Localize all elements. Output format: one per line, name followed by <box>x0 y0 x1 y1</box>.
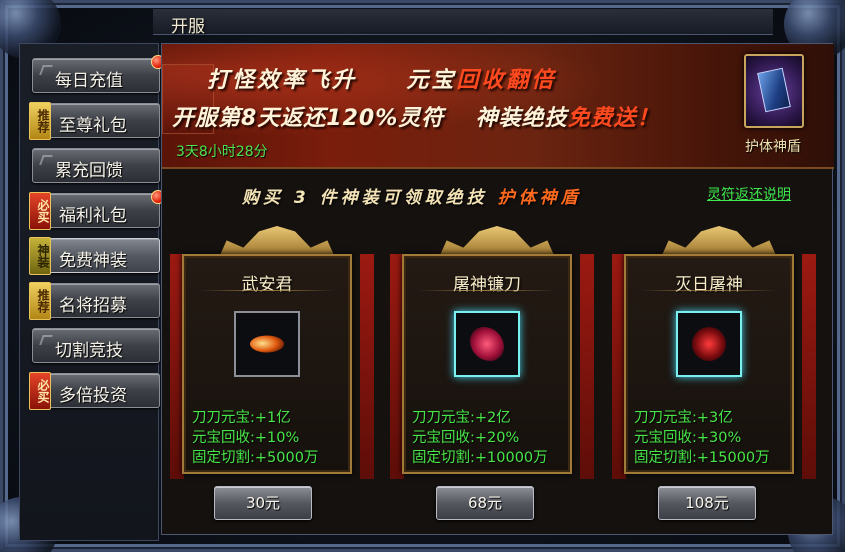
window-title: 开服 <box>171 17 205 37</box>
reward-item-slot[interactable] <box>744 54 804 128</box>
divider <box>418 290 556 291</box>
window-frame: 开服 每日充值 推荐 至尊礼包 累充回馈 必买 福利礼包 神装 免费神装 推荐 … <box>0 0 845 552</box>
gear-card: 武安君 刀刀元宝:+1亿 元宝回收:+10% 固定切割:+5000万 <box>182 254 352 474</box>
sidebar-item-label: 累充回馈 <box>55 161 123 181</box>
chevron-icon <box>39 335 53 345</box>
event-banner: 打怪效率飞升 元宝回收翻倍 开服第8天返还120%灵符 神装绝技免费送！ 3天8… <box>162 44 834 169</box>
banner-text: 神装绝技 <box>475 106 568 131</box>
banner-subline: 开服第8天返还120%灵符 神装绝技免费送！ <box>172 100 660 132</box>
gear-name: 武安君 <box>241 275 293 295</box>
sidebar-item-daily-recharge[interactable]: 每日充值 <box>32 55 165 93</box>
flaming-blade-icon <box>243 332 291 356</box>
sidebar-item-label: 免费神装 <box>59 251 127 271</box>
gear-item-slot[interactable] <box>454 311 520 377</box>
must-buy-badge: 必买 <box>29 192 51 230</box>
sidebar-item-general-recruit[interactable]: 推荐 名将招募 <box>29 282 160 320</box>
demon-armor-icon <box>692 327 726 361</box>
buy-button[interactable]: 30元 <box>214 486 312 520</box>
sidebar-item-label: 切割竞技 <box>55 341 123 361</box>
stat-line: 元宝回收:+30% <box>634 430 742 446</box>
recommend-badge: 推荐 <box>29 102 51 140</box>
main-panel: 打怪效率飞升 元宝回收翻倍 开服第8天返还120%灵符 神装绝技免费送！ 3天8… <box>161 43 834 535</box>
sidebar-item-welfare-pack[interactable]: 必买 福利礼包 <box>29 190 165 230</box>
stat-line: 刀刀元宝:+1亿 <box>192 410 291 426</box>
buy-button[interactable]: 108元 <box>658 486 756 520</box>
divider <box>198 290 336 291</box>
chevron-icon <box>39 65 53 75</box>
stat-line: 刀刀元宝:+2亿 <box>412 410 511 426</box>
requirement-text: 购买 3 件神装可领取绝技 <box>242 188 488 208</box>
banner-text: 打怪效率飞升 <box>207 68 358 93</box>
must-buy-badge: 必买 <box>29 372 51 410</box>
gear-item-slot[interactable] <box>234 311 300 377</box>
title-bar: 开服 <box>153 9 773 37</box>
sidebar-item-supreme-pack[interactable]: 推荐 至尊礼包 <box>29 102 160 140</box>
banner-highlight: 免费送！ <box>567 106 660 131</box>
gear-name: 灭日屠神 <box>675 275 743 295</box>
banner-highlight: 回收翻倍 <box>456 68 557 93</box>
stat-line: 固定切割:+10000万 <box>412 450 548 466</box>
recommend-badge: 推荐 <box>29 282 51 320</box>
gear-card: 屠神镰刀 刀刀元宝:+2亿 元宝回收:+20% 固定切割:+10000万 <box>402 254 572 474</box>
reward-item-label: 护体神盾 <box>745 139 801 155</box>
divider <box>640 290 778 291</box>
sidebar-item-cumulative-reward[interactable]: 累充回馈 <box>32 148 160 183</box>
sidebar-item-label: 每日充值 <box>55 71 123 91</box>
sidebar-item-label: 多倍投资 <box>59 386 127 406</box>
stat-line: 元宝回收:+10% <box>192 430 300 446</box>
requirement-highlight: 护体神盾 <box>497 188 582 208</box>
sidebar-item-label: 至尊礼包 <box>59 116 127 136</box>
sidebar-item-cut-arena[interactable]: 切割竞技 <box>32 328 160 363</box>
stat-line: 元宝回收:+20% <box>412 430 520 446</box>
buy-button[interactable]: 68元 <box>436 486 534 520</box>
gear-item-slot[interactable] <box>676 311 742 377</box>
sidebar-item-label: 名将招募 <box>59 296 127 316</box>
stat-line: 固定切割:+5000万 <box>192 450 319 466</box>
sidebar-item-multi-invest[interactable]: 必买 多倍投资 <box>29 372 160 410</box>
card-drape <box>580 254 594 479</box>
card-drape <box>360 254 374 479</box>
gear-card: 灭日屠神 刀刀元宝:+3亿 元宝回收:+30% 固定切割:+15000万 <box>624 254 794 474</box>
banner-text: 元宝 <box>406 68 457 93</box>
gear-name: 屠神镰刀 <box>453 275 521 295</box>
gear-requirement-text: 购买 3 件神装可领取绝技 护体神盾 <box>242 183 582 208</box>
gear-badge: 神装 <box>29 237 51 275</box>
stat-line: 固定切割:+15000万 <box>634 450 770 466</box>
scythe-icon <box>470 327 504 361</box>
skill-book-icon <box>757 67 791 113</box>
banner-headline: 打怪效率飞升 元宝回收翻倍 <box>207 62 556 94</box>
stat-line: 刀刀元宝:+3亿 <box>634 410 733 426</box>
banner-text: 开服第8天返还120%灵符 <box>172 106 445 131</box>
sidebar-item-free-gear[interactable]: 神装 免费神装 <box>29 237 160 275</box>
card-drape <box>802 254 816 479</box>
sidebar-item-label: 福利礼包 <box>59 206 127 226</box>
refund-explain-link[interactable]: 灵符返还说明 <box>707 184 791 204</box>
sidebar: 每日充值 推荐 至尊礼包 累充回馈 必买 福利礼包 神装 免费神装 推荐 名将招… <box>19 43 165 541</box>
chevron-icon <box>39 155 53 165</box>
countdown-timer: 3天8小时28分 <box>176 144 268 160</box>
